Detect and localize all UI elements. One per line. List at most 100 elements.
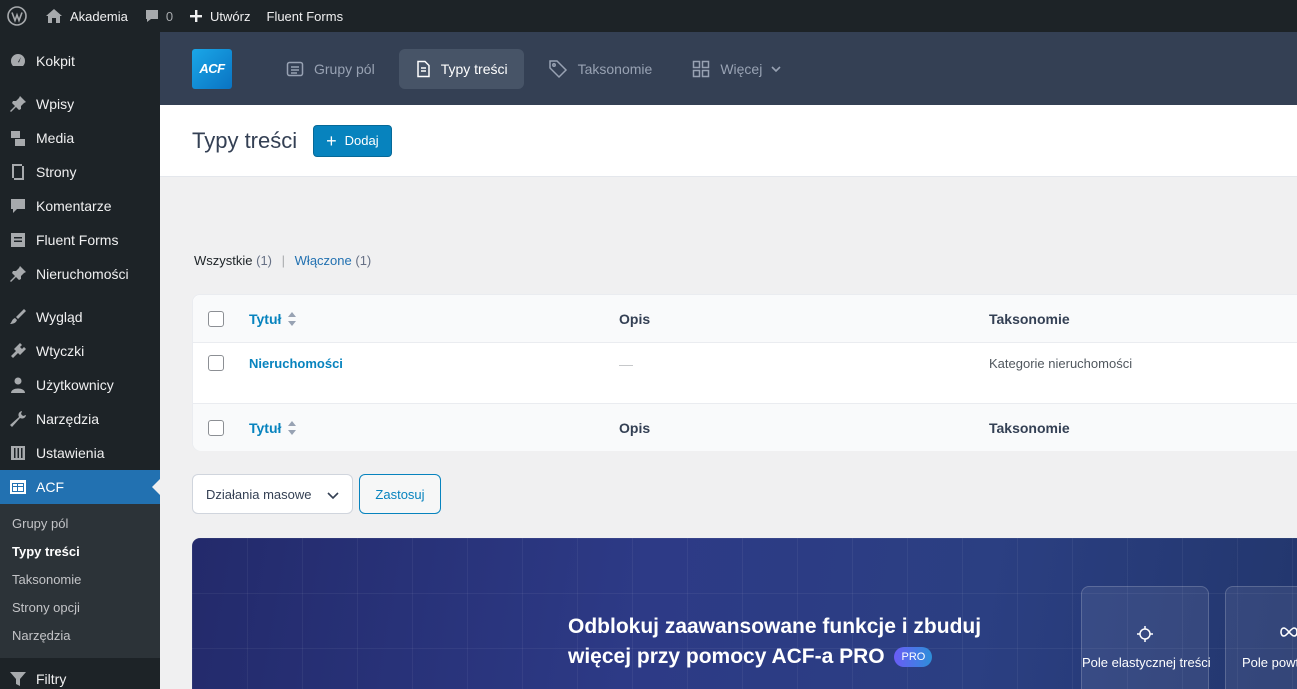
- sidebar-item-label: Fluent Forms: [36, 232, 119, 248]
- submenu-item-field-groups[interactable]: Grupy pól: [0, 510, 160, 538]
- sidebar-item-uzytkownicy[interactable]: Użytkownicy: [0, 368, 160, 402]
- plugins-icon: [8, 341, 28, 361]
- column-taxonomies-footer: Taksonomie: [989, 419, 1070, 436]
- filter-all-count: (1): [256, 253, 273, 268]
- acf-icon: [8, 477, 28, 497]
- post-types-icon: [416, 60, 430, 77]
- promo-heading-line2: więcej przy pomocy ACF-a PRO: [568, 645, 885, 668]
- submenu-item-post-types[interactable]: Typy treści: [0, 538, 160, 566]
- bulk-actions-select[interactable]: Działania masowe: [192, 474, 353, 514]
- sidebar-item-label: Użytkownicy: [36, 377, 114, 393]
- site-name-menu[interactable]: Akademia: [37, 0, 136, 32]
- sidebar-item-strony[interactable]: Strony: [0, 155, 160, 189]
- settings-icon: [8, 443, 28, 463]
- table-row: Nieruchomości — Kategorie nieruchomości: [193, 343, 1297, 404]
- taxonomies-icon: [548, 59, 567, 78]
- submenu-item-tools[interactable]: Narzędzia: [0, 622, 160, 650]
- fluent-forms-menu[interactable]: Fluent Forms: [259, 0, 352, 32]
- comments-menu[interactable]: 0: [136, 0, 181, 32]
- filter-enabled[interactable]: Włączone: [295, 253, 352, 268]
- site-name: Akademia: [70, 8, 128, 24]
- sidebar-item-label: Komentarze: [36, 198, 112, 214]
- submenu-item-options-pages[interactable]: Strony opcji: [0, 594, 160, 622]
- sidebar-item-label: Ustawienia: [36, 445, 105, 461]
- add-new-button[interactable]: + Dodaj: [313, 124, 392, 157]
- fluent-forms-label: Fluent Forms: [266, 8, 344, 24]
- sidebar-item-fluent-forms[interactable]: Fluent Forms: [0, 223, 160, 257]
- row-title-link[interactable]: Nieruchomości: [249, 356, 343, 371]
- tab-taxonomies[interactable]: Taksonomie: [532, 49, 669, 89]
- sidebar-item-label: Filtry: [36, 671, 67, 687]
- media-icon: [8, 128, 28, 148]
- sidebar-item-label: ACF: [36, 479, 64, 495]
- acf-logo[interactable]: ACF: [192, 48, 232, 89]
- sidebar-item-label: Wtyczki: [36, 343, 85, 359]
- sidebar-item-label: Media: [36, 130, 75, 146]
- sort-icon: [288, 311, 297, 326]
- feature-label: Pole elastycznej treści: [1082, 655, 1211, 670]
- column-title-sortable-footer[interactable]: Tytuł: [249, 420, 297, 436]
- row-description: —: [619, 356, 633, 372]
- page-title-bar: Typy treści + Dodaj: [160, 105, 1297, 177]
- feature-card-flexible-content[interactable]: Pole elastycznej treści: [1081, 586, 1211, 689]
- acf-submenu: Grupy pól Typy treści Taksonomie Strony …: [0, 504, 160, 658]
- column-description-footer: Opis: [619, 419, 651, 436]
- row-checkbox[interactable]: [208, 355, 224, 371]
- appearance-icon: [8, 307, 28, 327]
- filter-all[interactable]: Wszystkie: [194, 253, 253, 268]
- plus-icon: +: [326, 130, 337, 151]
- sidebar-item-wyglad[interactable]: Wygląd: [0, 300, 160, 334]
- tab-label: Więcej: [720, 60, 763, 77]
- sidebar-item-komentarze[interactable]: Komentarze: [0, 189, 160, 223]
- filter-separator: |: [281, 253, 286, 268]
- sidebar-item-ustawienia[interactable]: Ustawienia: [0, 436, 160, 470]
- select-all-checkbox-footer[interactable]: [208, 419, 224, 436]
- sidebar-item-wtyczki[interactable]: Wtyczki: [0, 334, 160, 368]
- tab-post-types[interactable]: Typy treści: [398, 48, 524, 89]
- home-icon: [46, 9, 62, 23]
- sidebar-item-wpisy[interactable]: Wpisy: [0, 87, 160, 121]
- submenu-item-taxonomies[interactable]: Taksonomie: [0, 566, 160, 594]
- sidebar-item-nieruchomosci[interactable]: Nieruchomości: [0, 257, 160, 291]
- promo-heading: Odblokuj zaawansowane funkcje i zbuduj w…: [568, 612, 988, 672]
- tab-more[interactable]: Więcej: [676, 49, 798, 89]
- sort-icon: [288, 420, 297, 435]
- sidebar-item-filtry[interactable]: Filtry: [0, 662, 160, 689]
- acf-pro-promo-banner: Odblokuj zaawansowane funkcje i zbuduj w…: [192, 538, 1297, 689]
- sidebar-item-kokpit[interactable]: Kokpit: [0, 44, 160, 78]
- dashboard-icon: [8, 51, 28, 71]
- new-content-menu[interactable]: Utwórz: [181, 0, 258, 32]
- column-title-label: Tytuł: [249, 419, 282, 436]
- sidebar-item-label: Kokpit: [36, 53, 75, 69]
- sidebar-item-label: Nieruchomości: [36, 266, 129, 282]
- sidebar-item-media[interactable]: Media: [0, 121, 160, 155]
- wordpress-icon: [7, 6, 27, 26]
- sidebar-item-narzedzia[interactable]: Narzędzia: [0, 402, 160, 436]
- tab-label: Taksonomie: [577, 60, 653, 77]
- chevron-down-icon: [327, 492, 339, 500]
- status-filters: Wszystkie (1) | Włączone (1): [194, 253, 371, 268]
- sidebar-item-label: Wygląd: [36, 309, 83, 325]
- add-button-label: Dodaj: [344, 133, 379, 148]
- bulk-actions-value: Działania masowe: [206, 486, 312, 502]
- flexible-content-icon: [1082, 625, 1208, 643]
- feature-card-repeater[interactable]: Pole powta: [1225, 586, 1297, 689]
- column-description: Opis: [619, 310, 651, 327]
- apply-button[interactable]: Zastosuj: [359, 474, 441, 514]
- comment-icon: [145, 10, 158, 22]
- sidebar-item-label: Narzędzia: [36, 411, 100, 427]
- filter-icon: [8, 669, 28, 689]
- wordpress-logo-menu[interactable]: [0, 0, 37, 32]
- field-groups-icon: [286, 61, 304, 76]
- comments-icon: [8, 196, 28, 216]
- tab-label: Grupy pól: [314, 60, 375, 77]
- pin-icon: [8, 264, 28, 284]
- more-grid-icon: [693, 60, 710, 77]
- chevron-down-icon: [771, 65, 781, 72]
- column-title-sortable[interactable]: Tytuł: [249, 311, 297, 327]
- page-title: Typy treści: [192, 127, 298, 153]
- select-all-checkbox[interactable]: [208, 310, 224, 327]
- tab-field-groups[interactable]: Grupy pól: [270, 49, 391, 89]
- sidebar-item-acf[interactable]: ACF: [0, 470, 160, 504]
- pages-icon: [8, 162, 28, 182]
